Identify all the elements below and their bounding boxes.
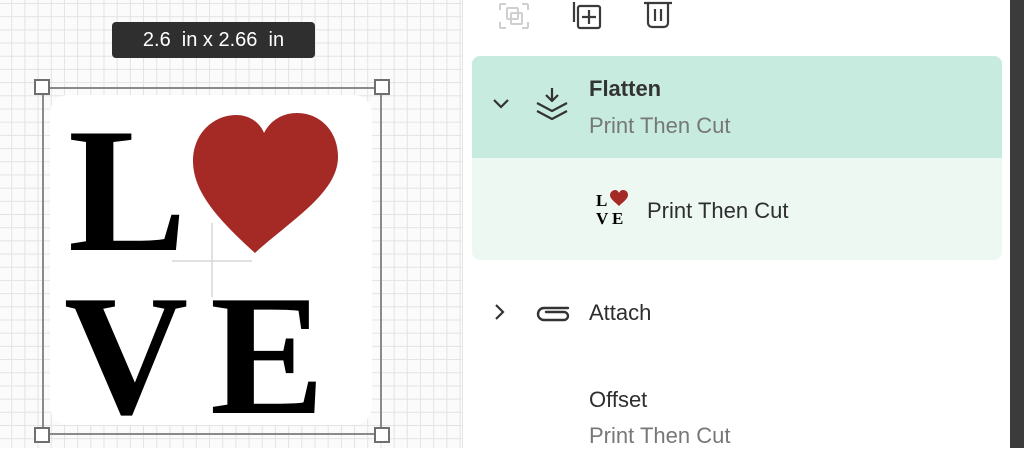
duplicate-icon[interactable] [570, 0, 606, 32]
thumbnail-heart [610, 190, 628, 206]
layer-title-offset[interactable]: Offset [589, 387, 647, 413]
window-edge [1010, 0, 1024, 448]
selection-box [42, 87, 382, 435]
thumbnail-letter-e: E [612, 209, 623, 226]
resize-handle-bottom-right[interactable] [374, 427, 390, 443]
resize-handle-bottom-left[interactable] [34, 427, 50, 443]
layer-title-attach[interactable]: Attach [589, 300, 651, 326]
paperclip-icon [536, 306, 570, 322]
group-icon[interactable] [496, 0, 532, 32]
layer-subtitle-flatten: Print Then Cut [589, 113, 731, 138]
flatten-icon [536, 88, 568, 121]
design-canvas[interactable]: 2.6 in x 2.66 in L V E [0, 0, 462, 448]
delete-icon[interactable] [640, 0, 676, 32]
resize-handle-top-left[interactable] [34, 79, 50, 95]
layer-subtitle-offset: Print Then Cut [589, 423, 731, 448]
layer-item-print-then-cut[interactable]: Print Then Cut [647, 198, 788, 224]
dimensions-badge: 2.6 in x 2.66 in [112, 22, 315, 58]
resize-handle-top-right[interactable] [374, 79, 390, 95]
love-thumbnail-icon: L V E [596, 190, 628, 226]
thumbnail-letter-l: L [596, 191, 607, 210]
layer-title-flatten: Flatten [589, 76, 662, 101]
chevron-down-icon[interactable] [491, 96, 511, 112]
chevron-right-icon[interactable] [492, 302, 508, 322]
thumbnail-letter-v: V [596, 209, 609, 226]
